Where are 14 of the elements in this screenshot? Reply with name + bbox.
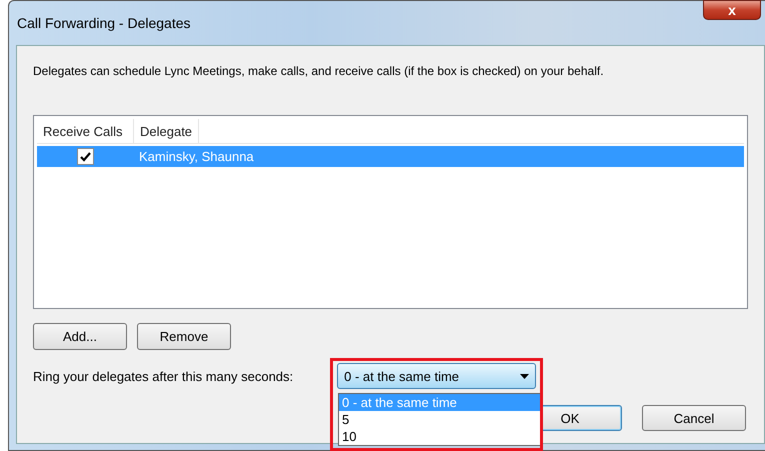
close-button[interactable]: x [703,0,761,20]
list-button[interactable]: Add... [33,323,127,350]
window-title: Call Forwarding - Delegates [17,15,191,31]
dropdown-option[interactable]: 10 [339,428,540,445]
column-header[interactable]: Receive Calls [37,119,134,143]
list-button[interactable]: Remove [137,323,231,350]
description-text: Delegates can schedule Lync Meetings, make calls, and receive calls (if the box is checked) on your behalf. [33,64,605,78]
ring-label: Ring your delegates after this many seconds: [33,368,294,384]
caret-icon [520,374,530,378]
dialog-button[interactable]: Cancel [642,405,746,431]
checkbox[interactable] [76,148,94,165]
delegate-name: Kaminsky, Shaunna [138,149,254,164]
column-header[interactable]: Delegate [134,119,200,143]
ring-dropdown[interactable]: 0 - at the same time [337,363,536,389]
